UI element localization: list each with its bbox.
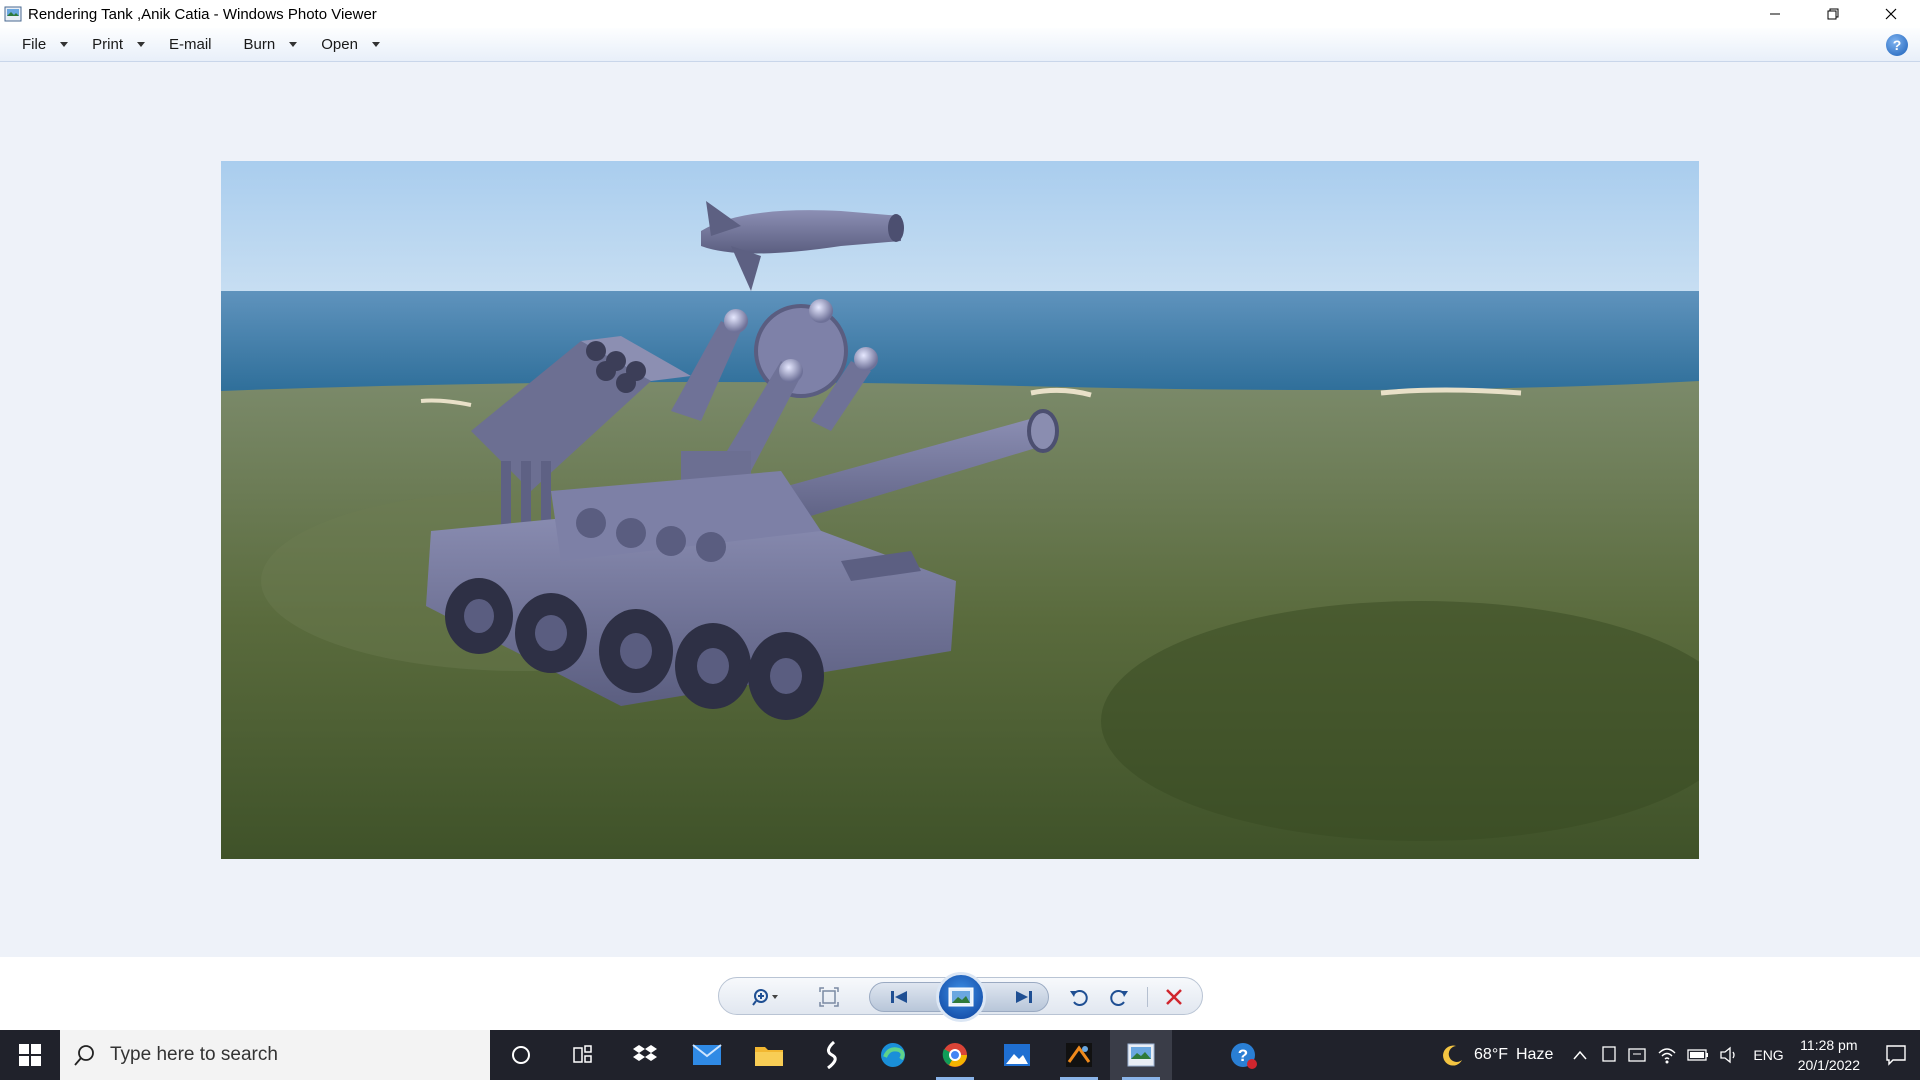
delete-button[interactable] — [1159, 984, 1189, 1010]
menu-print-label: Print — [92, 36, 124, 53]
zoom-icon — [752, 989, 778, 1006]
window-title: Rendering Tank ,Anik Catia - Windows Pho… — [28, 5, 377, 23]
taskbar-file-explorer[interactable] — [738, 1030, 800, 1080]
task-view-button[interactable] — [552, 1030, 614, 1080]
clock-time: 11:28 pm — [1800, 1037, 1858, 1053]
taskbar-mail[interactable] — [676, 1030, 738, 1080]
taskbar: Type here to search ? 68°F Haze ENG 11:2… — [0, 1030, 1920, 1080]
image-viewer — [0, 63, 1920, 957]
previous-button[interactable] — [884, 984, 914, 1010]
system-tray: 68°F Haze ENG 11:28 pm 20/1/2022 — [1440, 1030, 1920, 1080]
menu-burn-label: Burn — [243, 36, 276, 53]
svg-text:?: ? — [1238, 1046, 1248, 1065]
device-icon[interactable] — [1601, 1046, 1617, 1064]
weather-condition[interactable]: Haze — [1516, 1046, 1553, 1064]
restore-icon — [1827, 8, 1839, 20]
menu-open-label: Open — [321, 36, 358, 53]
minimize-icon — [1770, 13, 1780, 15]
tank-render-image — [221, 161, 1699, 859]
weather-temp[interactable]: 68°F — [1474, 1046, 1508, 1064]
chrome-icon — [942, 1043, 967, 1067]
help-icon: ? — [1892, 37, 1902, 53]
photo-viewer-icon — [1127, 1043, 1155, 1067]
rotate-right-button[interactable] — [1104, 984, 1134, 1010]
next-icon — [1016, 991, 1032, 1003]
catia-icon — [827, 1041, 837, 1069]
taskbar-photos[interactable] — [986, 1030, 1048, 1080]
chevron-down-icon — [137, 42, 146, 47]
start-button[interactable] — [0, 1030, 60, 1080]
dropbox-icon — [633, 1045, 657, 1061]
menu-open[interactable]: Open — [309, 30, 392, 60]
chevron-up-icon[interactable] — [1573, 1050, 1587, 1060]
slideshow-icon — [948, 987, 974, 1007]
menu-file[interactable]: File — [10, 30, 80, 60]
rotate-right-icon — [1110, 990, 1128, 1006]
clock[interactable]: 11:28 pm 20/1/2022 — [1798, 1035, 1860, 1075]
menu-print[interactable]: Print — [80, 30, 157, 60]
title-bar: Rendering Tank ,Anik Catia - Windows Pho… — [0, 0, 1920, 28]
actual-size-icon — [819, 987, 839, 1007]
wifi-icon[interactable] — [1657, 1046, 1677, 1064]
network-adapter-icon[interactable] — [1627, 1046, 1647, 1064]
taskbar-edge[interactable] — [862, 1030, 924, 1080]
taskbar-dropbox[interactable] — [614, 1030, 676, 1080]
windows-logo-icon — [19, 1044, 41, 1066]
cortana-icon — [512, 1046, 530, 1064]
photos-icon — [1004, 1044, 1030, 1066]
notification-icon — [1886, 1045, 1906, 1066]
close-button[interactable] — [1862, 0, 1920, 28]
language-indicator[interactable]: ENG — [1753, 1047, 1783, 1063]
mail-icon — [692, 1044, 722, 1065]
help-button[interactable]: ? — [1886, 34, 1908, 56]
minimize-button[interactable] — [1746, 0, 1804, 28]
battery-icon[interactable] — [1687, 1048, 1709, 1062]
search-placeholder: Type here to search — [110, 1044, 278, 1065]
displayed-photo — [221, 161, 1699, 859]
file-explorer-icon — [755, 1047, 783, 1066]
photo-viewer-app-icon — [4, 6, 22, 22]
chevron-down-icon — [60, 42, 69, 47]
taskbar-render-app[interactable] — [1048, 1030, 1110, 1080]
delete-icon — [1166, 989, 1182, 1005]
taskbar-chrome[interactable] — [924, 1030, 986, 1080]
notification-button[interactable] — [1872, 1030, 1920, 1080]
playback-controls — [718, 972, 1203, 1022]
next-button[interactable] — [1009, 984, 1039, 1010]
previous-icon — [891, 991, 907, 1003]
menu-email-label: E-mail — [169, 36, 212, 53]
viewer-toolbar — [0, 957, 1920, 1030]
slideshow-button[interactable] — [936, 972, 986, 1022]
rotate-left-button[interactable] — [1064, 984, 1094, 1010]
menu-file-label: File — [22, 36, 47, 53]
menu-burn[interactable]: Burn — [232, 30, 310, 60]
weather-moon-icon — [1443, 1045, 1463, 1066]
search-box[interactable]: Type here to search — [60, 1030, 490, 1080]
chevron-down-icon — [289, 42, 298, 47]
taskbar-photo-viewer[interactable] — [1110, 1030, 1172, 1080]
edge-icon — [881, 1043, 905, 1067]
search-icon — [74, 1045, 94, 1066]
volume-icon[interactable] — [1719, 1046, 1739, 1064]
cortana-button[interactable] — [490, 1030, 552, 1080]
menu-bar: File Print E-mail Burn Open ? — [0, 28, 1920, 62]
taskbar-catia[interactable] — [800, 1030, 862, 1080]
clock-date: 20/1/2022 — [1797, 1057, 1860, 1073]
menu-email[interactable]: E-mail — [157, 30, 224, 60]
rotate-left-icon — [1070, 990, 1088, 1006]
zoom-button[interactable] — [749, 984, 789, 1010]
taskbar-help-app[interactable]: ? — [1212, 1030, 1274, 1080]
render-app-icon — [1066, 1043, 1092, 1067]
close-icon — [1885, 8, 1897, 20]
toolbar-separator — [1147, 987, 1148, 1007]
help-app-icon: ? — [1231, 1043, 1257, 1069]
actual-size-button[interactable] — [814, 984, 844, 1010]
chevron-down-icon — [371, 42, 380, 47]
task-view-icon — [573, 1045, 592, 1063]
restore-button[interactable] — [1804, 0, 1862, 28]
